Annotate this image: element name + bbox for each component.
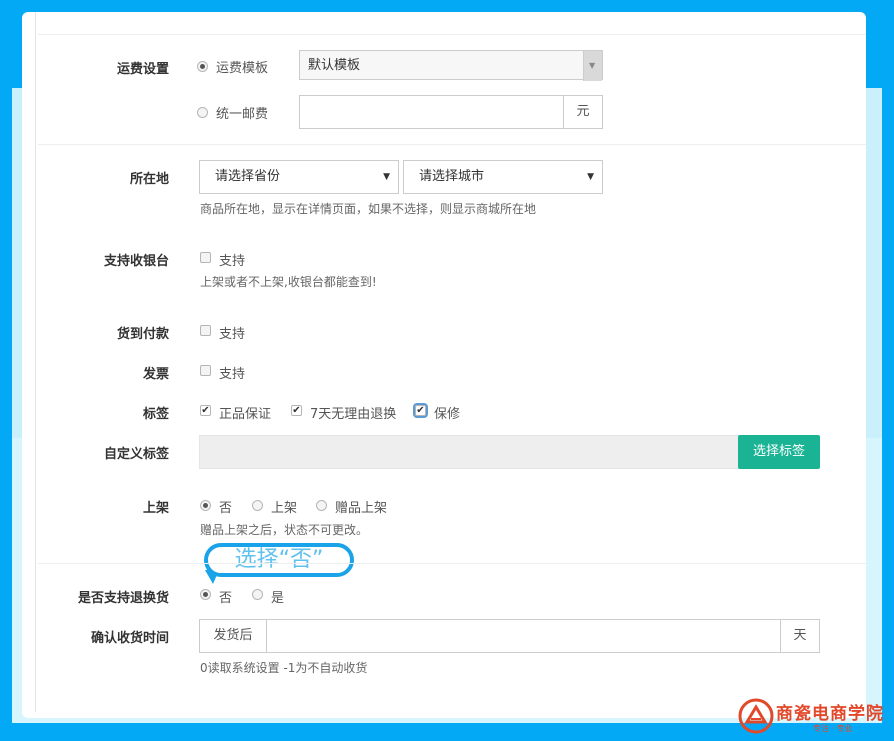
cashier-label: 支持收银台: [103, 254, 169, 269]
listing-option-no: 否: [219, 501, 233, 516]
cashier-help: 上架或者不上架,收银台都能查到!: [200, 275, 377, 289]
chevron-down-icon: ▼: [587, 172, 594, 182]
listing-option-gift: 赠品上架: [335, 501, 388, 516]
returns-option-yes: 是: [271, 591, 285, 606]
returns-label: 是否支持退换货: [77, 591, 169, 606]
currency-unit: 元: [563, 95, 603, 129]
tag-checkbox-7day-return[interactable]: ✔: [291, 405, 302, 416]
tag-checkbox-genuine[interactable]: ✔: [200, 405, 211, 416]
confirm-time-help: 0读取系统设置 -1为不自动收货: [200, 661, 368, 675]
confirm-time-label: 确认收货时间: [90, 631, 169, 646]
radio-returns-no[interactable]: [200, 589, 211, 600]
tag-checkbox-warranty[interactable]: ✔: [413, 403, 428, 418]
cashier-checkbox[interactable]: [200, 252, 211, 263]
confirm-time-prefix: 发货后: [199, 619, 267, 653]
invoice-checkbox[interactable]: [200, 365, 211, 376]
confirm-days-input[interactable]: [266, 619, 781, 653]
divider: [38, 144, 866, 145]
chevron-down-icon: ▼: [589, 61, 596, 70]
brand-logo: 商瓷电商学院 专注 · 专业: [738, 695, 888, 737]
select-tags-button[interactable]: 选择标签: [738, 435, 820, 469]
invoice-option-label: 支持: [219, 367, 246, 382]
shipping-template-value: 默认模板: [308, 58, 361, 73]
province-select[interactable]: 请选择省份 ▼: [199, 160, 399, 194]
tag-label-warranty: 保修: [434, 407, 461, 422]
custom-tags-input[interactable]: [199, 435, 739, 469]
logo-icon: [738, 698, 774, 734]
card-left-border: [35, 12, 36, 712]
chevron-down-icon: ▼: [383, 172, 390, 182]
shipping-label: 运费设置: [116, 62, 169, 77]
location-label: 所在地: [129, 172, 169, 187]
listing-option-yes: 上架: [271, 501, 298, 516]
divider: [38, 563, 866, 564]
shipping-template-option-label: 运费模板: [216, 61, 269, 76]
radio-listing-gift[interactable]: [316, 500, 327, 511]
flat-shipping-input[interactable]: [299, 95, 564, 129]
select-toggle[interactable]: ▼: [583, 51, 602, 81]
confirm-time-suffix: 天: [780, 619, 820, 653]
cod-option-label: 支持: [219, 327, 246, 342]
tag-label-genuine: 正品保证: [219, 407, 272, 422]
annotation-bubble: 选择“否”: [204, 543, 354, 577]
tags-label: 标签: [142, 407, 169, 422]
returns-option-no: 否: [219, 591, 233, 606]
shipping-flat-option-label: 统一邮费: [216, 107, 269, 122]
city-value: 请选择城市: [419, 169, 485, 184]
radio-returns-yes[interactable]: [252, 589, 263, 600]
cashier-option-label: 支持: [219, 254, 246, 269]
radio-listing-no[interactable]: [200, 500, 211, 511]
shipping-template-select[interactable]: 默认模板 ▼: [299, 50, 603, 81]
listing-help: 赠品上架之后，状态不可更改。: [200, 523, 369, 537]
custom-tags-label: 自定义标签: [103, 447, 169, 462]
cod-checkbox[interactable]: [200, 325, 211, 336]
radio-shipping-template[interactable]: [197, 61, 208, 72]
invoice-label: 发票: [142, 367, 169, 382]
city-select[interactable]: 请选择城市 ▼: [403, 160, 603, 194]
tag-label-7day-return: 7天无理由退换: [310, 407, 397, 422]
listing-label: 上架: [142, 501, 169, 516]
cod-label: 货到付款: [116, 327, 169, 342]
province-value: 请选择省份: [215, 169, 281, 184]
radio-shipping-flat[interactable]: [197, 107, 208, 118]
logo-wordmark: 商瓷电商学院: [776, 704, 884, 724]
divider: [38, 34, 866, 35]
radio-listing-yes[interactable]: [252, 500, 263, 511]
logo-tagline: 专注 · 专业: [813, 724, 853, 733]
location-help: 商品所在地，显示在详情页面，如果不选择，则显示商城所在地: [200, 202, 537, 216]
